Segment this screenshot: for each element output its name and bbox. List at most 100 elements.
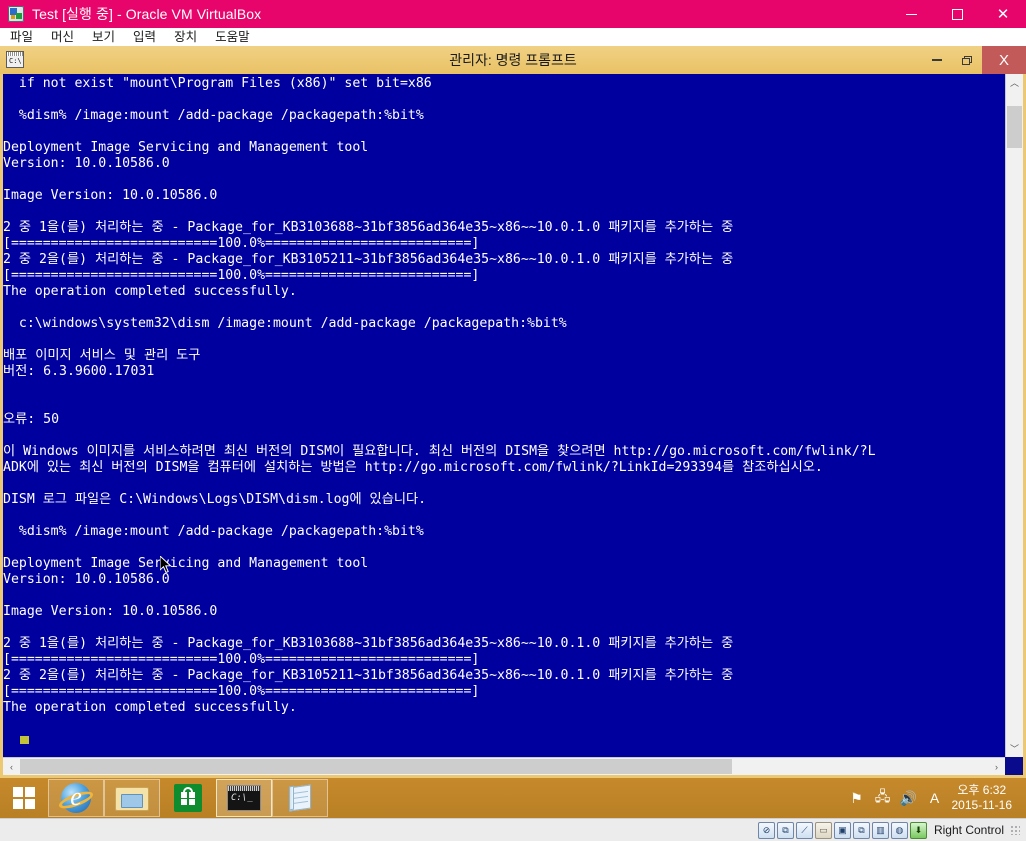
vertical-scrollbar-thumb[interactable] [1007,106,1022,148]
console-output[interactable]: if not exist "mount\Program Files (x86)"… [3,74,1005,757]
console-line: %dism% /image:mount /add-package /packag… [3,524,424,539]
console-line: 버전: 6.3.9600.17031 [3,364,155,379]
hard-disk-icon[interactable]: ⊘ [757,821,775,839]
windows-taskbar: C:\_ ⚑ 🖧 🔊 A 오후 6:32 2015-11-16 [0,778,1026,818]
action-center-flag-icon[interactable]: ⚑ [844,778,870,818]
file-explorer-icon [115,785,149,811]
console-line: c:\windows\system32\dism /image:mount /a… [3,316,567,331]
usb-icon[interactable]: ⟋ [795,821,813,839]
virtualbox-window: Test [실행 중] - Oracle VM VirtualBox ✕ 파일 … [0,0,1026,841]
scroll-left-arrow-icon[interactable]: ‹ [3,758,20,775]
minimize-button[interactable] [888,0,934,28]
taskbar-item-command-prompt[interactable]: C:\_ [216,779,272,817]
virtualbox-icon [8,6,24,22]
virtualbox-window-controls: ✕ [888,0,1026,28]
console-line: [==========================100.0%=======… [3,236,480,251]
cmd-title-bar[interactable]: C:\ 관리자: 명령 프롬프트 X [0,46,1026,75]
network-icon[interactable]: 🖧 [870,778,896,818]
notepad-icon [286,784,314,812]
remote-display-icon[interactable]: ⧉ [852,821,870,839]
start-button[interactable] [0,778,48,818]
console-line: Deployment Image Servicing and Managemen… [3,140,369,155]
scroll-right-arrow-icon[interactable]: › [988,758,1005,775]
console-line: Image Version: 10.0.10586.0 [3,188,218,203]
clock-time: 오후 6:32 [957,783,1007,797]
taskbar-item-internet-explorer[interactable] [48,779,104,817]
windows-logo-icon [13,787,35,809]
menu-item-file[interactable]: 파일 [2,28,41,46]
menu-item-help[interactable]: 도움말 [207,28,258,46]
cmd-icon[interactable]: C:\ [6,51,24,68]
console-line: 오류: 50 [3,412,60,427]
resize-grip[interactable] [1010,825,1020,835]
menu-item-input[interactable]: 입력 [125,28,164,46]
maximize-button[interactable] [934,0,980,28]
command-prompt-icon: C:\_ [227,785,261,811]
console-line: Image Version: 10.0.10586.0 [3,604,218,619]
cmd-client-area: if not exist "mount\Program Files (x86)"… [0,74,1026,778]
menu-item-machine[interactable]: 머신 [43,28,82,46]
cmd-icon-text: C:\ [9,57,22,65]
internet-explorer-icon [61,783,91,813]
console-line: if not exist "mount\Program Files (x86)"… [3,76,432,91]
menu-item-devices[interactable]: 장치 [166,28,205,46]
display-icon[interactable]: ▣ [833,821,851,839]
console-line: 2 중 2을(를) 처리하는 중 - Package_for_KB3105211… [3,252,734,267]
shared-folder-icon[interactable]: ▭ [814,821,832,839]
ime-indicator[interactable]: A [922,778,948,818]
cmd-minimize-button[interactable] [922,46,952,74]
cmd-title: 관리자: 명령 프롬프트 [449,52,577,68]
taskbar-clock[interactable]: 오후 6:32 2015-11-16 [948,783,1021,813]
optical-disk-icon[interactable]: ⧉ [776,821,794,839]
console-line: 이 Windows 이미지를 서비스하려면 최신 버전의 DISM이 필요합니다… [3,444,876,459]
host-key-icon[interactable]: ⬇ [909,821,927,839]
taskbar-item-notepad[interactable] [272,779,328,817]
network-adapter-icon[interactable]: ◍ [890,821,908,839]
console-cursor [19,736,29,744]
console-line: %dism% /image:mount /add-package /packag… [3,108,424,123]
console-horizontal-scrollbar[interactable]: ‹ › [3,757,1005,775]
console-line: 배포 이미지 서비스 및 관리 도구 [3,348,201,363]
console-line: Deployment Image Servicing and Managemen… [3,556,369,571]
horizontal-scrollbar-thumb[interactable] [20,759,732,774]
close-button[interactable]: ✕ [980,0,1026,28]
scroll-up-arrow-icon[interactable]: ︿ [1006,74,1023,91]
cmd-close-button[interactable]: X [982,46,1026,74]
system-tray: ⚑ 🖧 🔊 A 오후 6:32 2015-11-16 [844,778,1026,818]
menu-item-view[interactable]: 보기 [84,28,123,46]
command-prompt-window: C:\ 관리자: 명령 프롬프트 X if not exist "mount\P… [0,46,1026,778]
cmd-restore-button[interactable] [952,46,982,74]
taskbar-item-file-explorer[interactable] [104,779,160,817]
guest-screen: C:\ 관리자: 명령 프롬프트 X if not exist "mount\P… [0,46,1026,818]
cmd-window-controls: X [922,46,1026,74]
console-line: DISM 로그 파일은 C:\Windows\Logs\DISM\dism.lo… [3,492,427,507]
volume-icon[interactable]: 🔊 [896,778,922,818]
clock-date: 2015-11-16 [951,798,1013,812]
console-line: Version: 10.0.10586.0 [3,572,170,587]
console-line: The operation completed successfully. [3,284,297,299]
cpu-icon[interactable]: ▥ [871,821,889,839]
console-cursor-line [3,732,1005,748]
host-key-label: Right Control [933,823,1004,837]
scroll-down-arrow-icon[interactable]: ﹀ [1006,740,1023,757]
console-vertical-scrollbar[interactable]: ︿ ﹀ [1005,74,1023,757]
console-line: The operation completed successfully. [3,700,297,715]
console-line: 2 중 1을(를) 처리하는 중 - Package_for_KB3103688… [3,220,734,235]
virtualbox-menu-bar: 파일 머신 보기 입력 장치 도움말 [0,28,1026,46]
taskbar-item-store[interactable] [160,779,216,817]
